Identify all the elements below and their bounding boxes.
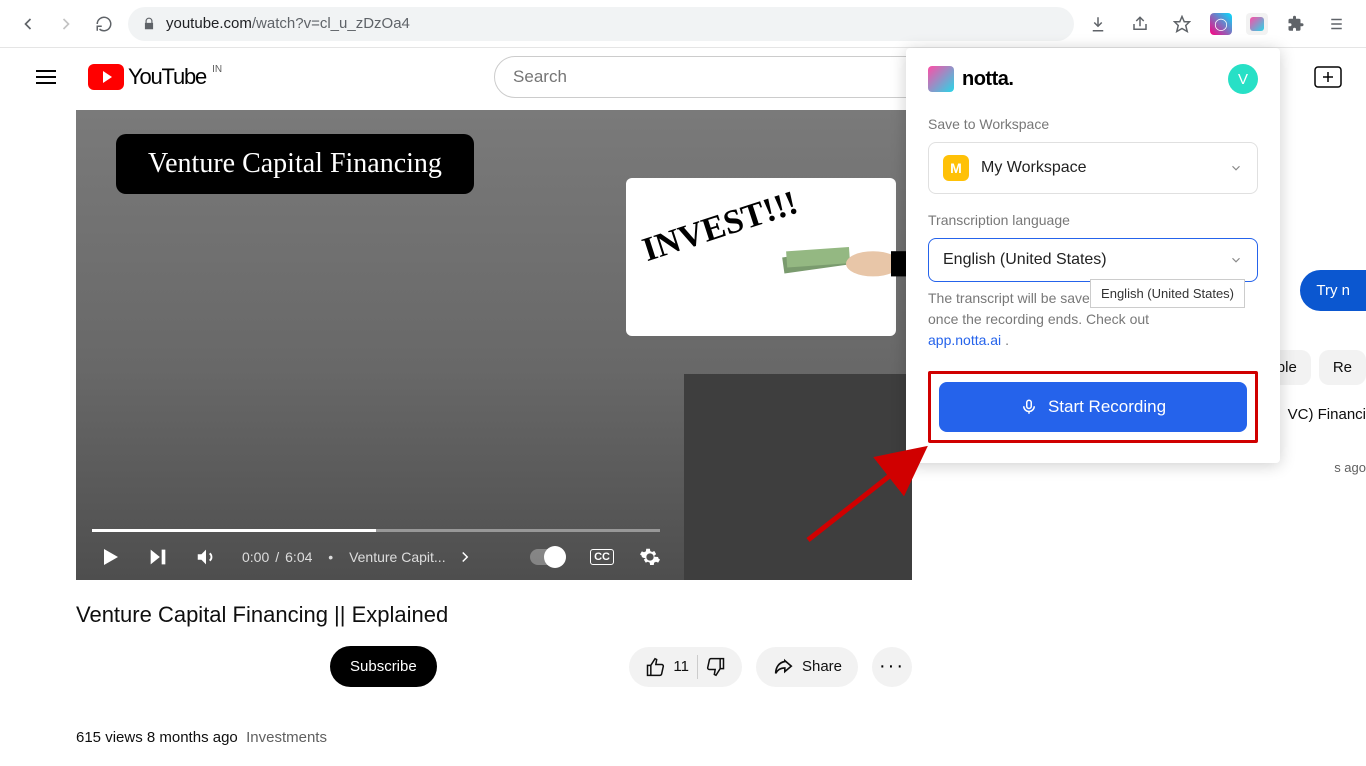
progress-bar[interactable] — [92, 529, 660, 532]
share-icon[interactable] — [1126, 10, 1154, 38]
annotation-red-box: Start Recording — [928, 371, 1258, 443]
nav-back-button[interactable] — [14, 10, 42, 38]
try-now-button[interactable]: Try n — [1300, 270, 1366, 311]
recommendation-time: s ago — [1334, 460, 1366, 475]
address-bar[interactable]: youtube.com/watch?v=cl_u_zDzOa4 — [128, 7, 1074, 41]
workspace-value: My Workspace — [981, 159, 1087, 177]
recommendation-title[interactable]: VC) Financi — [1288, 406, 1366, 423]
chevron-right-icon[interactable] — [456, 548, 474, 566]
notta-logo-text: notta. — [962, 68, 1013, 91]
thumbs-up-icon — [645, 657, 665, 677]
pill-divider — [697, 655, 698, 679]
video-overlay-title: Venture Capital Financing — [116, 134, 474, 194]
region-code: IN — [212, 64, 222, 75]
language-label: Transcription language — [928, 212, 1258, 228]
url-text: youtube.com/watch?v=cl_u_zDzOa4 — [166, 15, 410, 32]
extension-colorful-icon[interactable]: ◯ — [1210, 13, 1232, 35]
captions-button[interactable]: CC — [590, 549, 614, 565]
create-video-button[interactable] — [1308, 57, 1348, 97]
browser-toolbar: youtube.com/watch?v=cl_u_zDzOa4 ◯ — [0, 0, 1366, 48]
money-hand-icon — [776, 244, 916, 280]
youtube-logo[interactable]: YouTube IN — [88, 64, 220, 90]
workspace-label: Save to Workspace — [928, 116, 1258, 132]
video-meta-row: Subscribe 11 Share ··· — [76, 646, 912, 687]
nav-reload-button[interactable] — [90, 10, 118, 38]
play-button[interactable] — [98, 545, 122, 569]
user-avatar[interactable]: V — [1228, 64, 1258, 94]
workspace-select[interactable]: M My Workspace — [928, 142, 1258, 194]
extensions-puzzle-icon[interactable] — [1282, 10, 1310, 38]
notta-logo[interactable]: notta. — [928, 66, 1013, 92]
language-value: English (United States) — [943, 251, 1107, 269]
player-controls: 0:00 / 6:04 • Venture Capit... CC — [76, 534, 684, 580]
volume-button[interactable] — [194, 545, 218, 569]
chevron-down-icon — [1229, 253, 1243, 267]
language-select[interactable]: English (United States) English (United … — [928, 238, 1258, 282]
share-arrow-icon — [772, 656, 794, 678]
like-button[interactable]: 11 — [645, 657, 689, 677]
video-overlay-card: INVEST!!! — [626, 178, 896, 336]
bookmark-star-icon[interactable] — [1168, 10, 1196, 38]
thumbs-down-icon — [706, 657, 726, 677]
nav-forward-button[interactable] — [52, 10, 80, 38]
video-description[interactable]: 615 views 8 months ago Investments — [76, 717, 912, 758]
video-player[interactable]: Venture Capital Financing INVEST!!! — [76, 110, 912, 580]
like-dislike-pill: 11 — [629, 647, 742, 687]
notta-mark-icon — [928, 66, 954, 92]
like-count: 11 — [673, 658, 689, 675]
settings-gear-icon[interactable] — [638, 545, 662, 569]
youtube-logo-text: YouTube — [128, 64, 206, 90]
player-overlay-dark — [684, 374, 912, 580]
share-button[interactable]: Share — [756, 647, 858, 687]
extension-notta-icon[interactable] — [1246, 13, 1268, 35]
subscribe-button[interactable]: Subscribe — [330, 646, 437, 687]
video-title: Venture Capital Financing || Explained — [76, 602, 912, 628]
workspace-badge-icon: M — [943, 155, 969, 181]
customize-toolbar-icon[interactable] — [1324, 10, 1352, 38]
notta-app-link[interactable]: app.notta.ai — [928, 332, 1001, 348]
youtube-play-icon — [88, 64, 124, 90]
download-icon[interactable] — [1084, 10, 1112, 38]
language-tooltip: English (United States) — [1090, 279, 1245, 308]
player-time: 0:00 / 6:04 • Venture Capit... — [242, 548, 474, 566]
next-button[interactable] — [146, 545, 170, 569]
more-actions-button[interactable]: ··· — [872, 647, 912, 687]
menu-button[interactable] — [26, 57, 66, 97]
lock-icon — [142, 17, 156, 31]
dislike-button[interactable] — [706, 657, 726, 677]
microphone-icon — [1020, 398, 1038, 416]
autoplay-toggle[interactable] — [530, 549, 566, 565]
chevron-down-icon — [1229, 161, 1243, 175]
start-recording-button[interactable]: Start Recording — [939, 382, 1247, 432]
filter-chip[interactable]: Re — [1319, 350, 1366, 385]
notta-extension-popup: notta. V Save to Workspace M My Workspac… — [906, 48, 1280, 463]
